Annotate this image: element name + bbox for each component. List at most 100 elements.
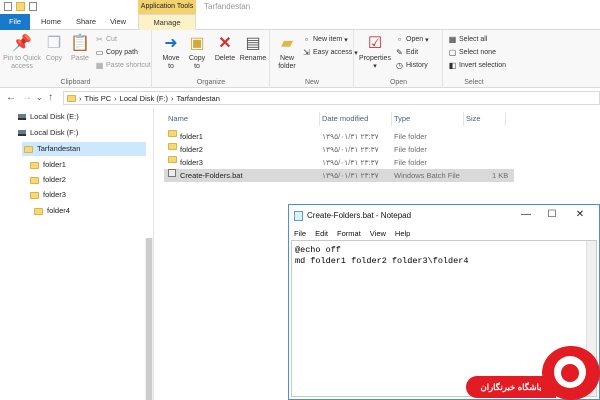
- tab-share[interactable]: Share: [72, 14, 100, 30]
- nav-item-folder4[interactable]: folder4: [34, 204, 70, 218]
- tab-view[interactable]: View: [104, 14, 132, 30]
- easy-access-button[interactable]: ⇲ Easy access ▾: [302, 48, 358, 57]
- file-name: folder3: [180, 158, 203, 167]
- chevron-down-icon: ▾: [425, 36, 429, 44]
- breadcrumb-local-disk-f[interactable]: Local Disk (F:): [120, 94, 168, 103]
- cut-button[interactable]: ✂ Cut: [95, 35, 117, 44]
- paste-icon: 📋: [70, 35, 90, 52]
- ribbon-tabs: File Home Share View Manage: [0, 14, 600, 30]
- scrollbar-thumb[interactable]: [146, 238, 152, 400]
- recent-locations-chevron-icon[interactable]: ⌄: [36, 92, 43, 104]
- edit-button[interactable]: ✎ Edit: [395, 48, 418, 57]
- invert-selection-button[interactable]: ◧ Invert selection: [448, 61, 506, 70]
- nav-item-local-disk-e[interactable]: Local Disk (E:): [18, 110, 79, 124]
- close-icon[interactable]: ✕: [573, 209, 587, 220]
- table-row[interactable]: folder1 ۱۳۹۵/۰۱/۳۱ ۲۳:۳۷ File folder: [164, 130, 600, 143]
- folder-icon: [30, 191, 39, 199]
- column-header-name[interactable]: Name: [168, 112, 320, 126]
- new-group-label: New: [304, 79, 319, 86]
- table-row[interactable]: Create-Folders.bat ۱۳۹۵/۰۱/۳۱ ۲۳:۳۷ Wind…: [164, 169, 514, 182]
- organize-group-label: Organize: [196, 79, 226, 86]
- new-folder-button[interactable]: ▰ New folder: [274, 34, 300, 71]
- column-header-size[interactable]: Size: [466, 112, 506, 126]
- copy-path-icon: ▭: [95, 48, 104, 57]
- column-header-date-modified[interactable]: Date modified: [322, 112, 392, 126]
- properties-button[interactable]: ☑ Properties ▾: [357, 34, 393, 71]
- breadcrumb-tarfandestan[interactable]: Tarfandestan: [177, 94, 220, 103]
- file-date: ۱۳۹۵/۰۱/۳۱ ۲۳:۳۷: [322, 132, 379, 141]
- file-date: ۱۳۹۵/۰۱/۳۱ ۲۳:۳۷: [322, 145, 379, 154]
- history-button[interactable]: ◷ History: [395, 61, 428, 70]
- paste-button[interactable]: 📋 Paste: [67, 34, 93, 63]
- file-type: File folder: [394, 132, 427, 141]
- quick-access-toolbar: [4, 2, 37, 11]
- pin-quick-access-button[interactable]: 📌 Pin to Quick access: [3, 34, 41, 71]
- nav-item-folder3[interactable]: folder3: [30, 188, 66, 202]
- properties-qat-icon[interactable]: [4, 2, 12, 11]
- paste-shortcut-button[interactable]: ▦ Paste shortcut: [95, 61, 151, 70]
- text-line: md folder1 folder2 folder3\folder4: [295, 256, 469, 266]
- column-header-type[interactable]: Type: [394, 112, 464, 126]
- notepad-title-bar[interactable]: Create-Folders.bat - Notepad — ☐ ✕: [289, 205, 599, 227]
- nav-item-tarfandestan[interactable]: Tarfandestan: [22, 142, 146, 156]
- table-row[interactable]: folder2 ۱۳۹۵/۰۱/۳۱ ۲۳:۳۷ File folder: [164, 143, 600, 156]
- properties-check-icon: ☑: [367, 35, 383, 52]
- folder-icon: [30, 161, 39, 169]
- notepad-icon: [294, 211, 303, 221]
- folder-icon: [67, 94, 76, 102]
- nav-item-folder1[interactable]: folder1: [30, 158, 66, 172]
- title-bar: Application Tools Tarfandestan: [0, 0, 600, 14]
- menu-format[interactable]: Format: [337, 227, 361, 240]
- paste-shortcut-icon: ▦: [95, 61, 104, 70]
- breadcrumb[interactable]: › This PC › Local Disk (F:) › Tarfandest…: [63, 91, 600, 105]
- nav-item-folder2[interactable]: folder2: [30, 173, 66, 187]
- tab-home[interactable]: Home: [36, 14, 66, 30]
- new-item-button[interactable]: ▫ New item ▾: [302, 35, 348, 44]
- breadcrumb-this-pc[interactable]: This PC: [85, 94, 112, 103]
- undo-qat-icon[interactable]: [29, 2, 37, 11]
- navigation-pane: Local Disk (E:) Local Disk (F:) Tarfande…: [0, 108, 154, 400]
- new-folder-icon: ▰: [280, 35, 294, 52]
- notepad-title: Create-Folders.bat - Notepad: [307, 211, 412, 220]
- select-all-button[interactable]: ▦ Select all: [448, 35, 488, 44]
- delete-button[interactable]: ✕ Delete: [212, 34, 238, 63]
- menu-file[interactable]: File: [294, 227, 306, 240]
- new-item-icon: ▫: [305, 35, 308, 44]
- clipboard-group-label: Clipboard: [60, 79, 91, 86]
- window-title: Tarfandestan: [204, 2, 251, 11]
- copy-button[interactable]: ❐ Copy: [42, 34, 66, 63]
- copy-to-button[interactable]: ▣ Copy to: [185, 34, 209, 71]
- maximize-icon[interactable]: ☐: [545, 209, 559, 220]
- copy-icon: ❐: [46, 35, 62, 52]
- folder-qat-icon[interactable]: [16, 2, 25, 11]
- open-group-label: Open: [389, 79, 408, 86]
- minimize-icon[interactable]: —: [519, 209, 533, 220]
- menu-edit[interactable]: Edit: [315, 227, 328, 240]
- back-arrow-icon[interactable]: ←: [6, 92, 16, 104]
- copy-path-button[interactable]: ▭ Copy path: [95, 48, 138, 57]
- clipboard-group: 📌 Pin to Quick access ❐ Copy 📋 Paste ✂ Cu…: [0, 30, 152, 88]
- move-to-button[interactable]: ➜ Move to: [159, 34, 183, 71]
- file-date: ۱۳۹۵/۰۱/۳۱ ۲۳:۳۷: [322, 158, 379, 167]
- breadcrumb-separator-icon: ›: [114, 93, 117, 103]
- edit-icon: ✎: [396, 48, 403, 57]
- open-button[interactable]: ▫ Open ▾: [395, 35, 429, 44]
- delete-x-icon: ✕: [218, 35, 232, 52]
- rename-button[interactable]: ▤ Rename: [239, 34, 267, 63]
- menu-view[interactable]: View: [370, 227, 386, 240]
- tab-manage[interactable]: Manage: [138, 14, 196, 30]
- nav-pane-scrollbar[interactable]: [145, 238, 153, 400]
- file-date: ۱۳۹۵/۰۱/۳۱ ۲۳:۳۷: [322, 171, 379, 180]
- table-row[interactable]: folder3 ۱۳۹۵/۰۱/۳۱ ۲۳:۳۷ File folder: [164, 156, 600, 169]
- nav-item-local-disk-f[interactable]: Local Disk (F:): [18, 126, 78, 140]
- select-none-button[interactable]: ▢ Select none: [448, 48, 496, 57]
- menu-help[interactable]: Help: [395, 227, 410, 240]
- file-name: folder2: [180, 145, 203, 154]
- chevron-down-icon: ▾: [344, 36, 348, 44]
- tab-file[interactable]: File: [0, 14, 30, 30]
- file-type: Windows Batch File: [394, 171, 460, 180]
- up-arrow-icon[interactable]: ↑: [48, 92, 53, 104]
- forward-arrow-icon[interactable]: →: [22, 92, 32, 104]
- notepad-menu-bar: File Edit Format View Help: [289, 227, 599, 240]
- file-type: File folder: [394, 158, 427, 167]
